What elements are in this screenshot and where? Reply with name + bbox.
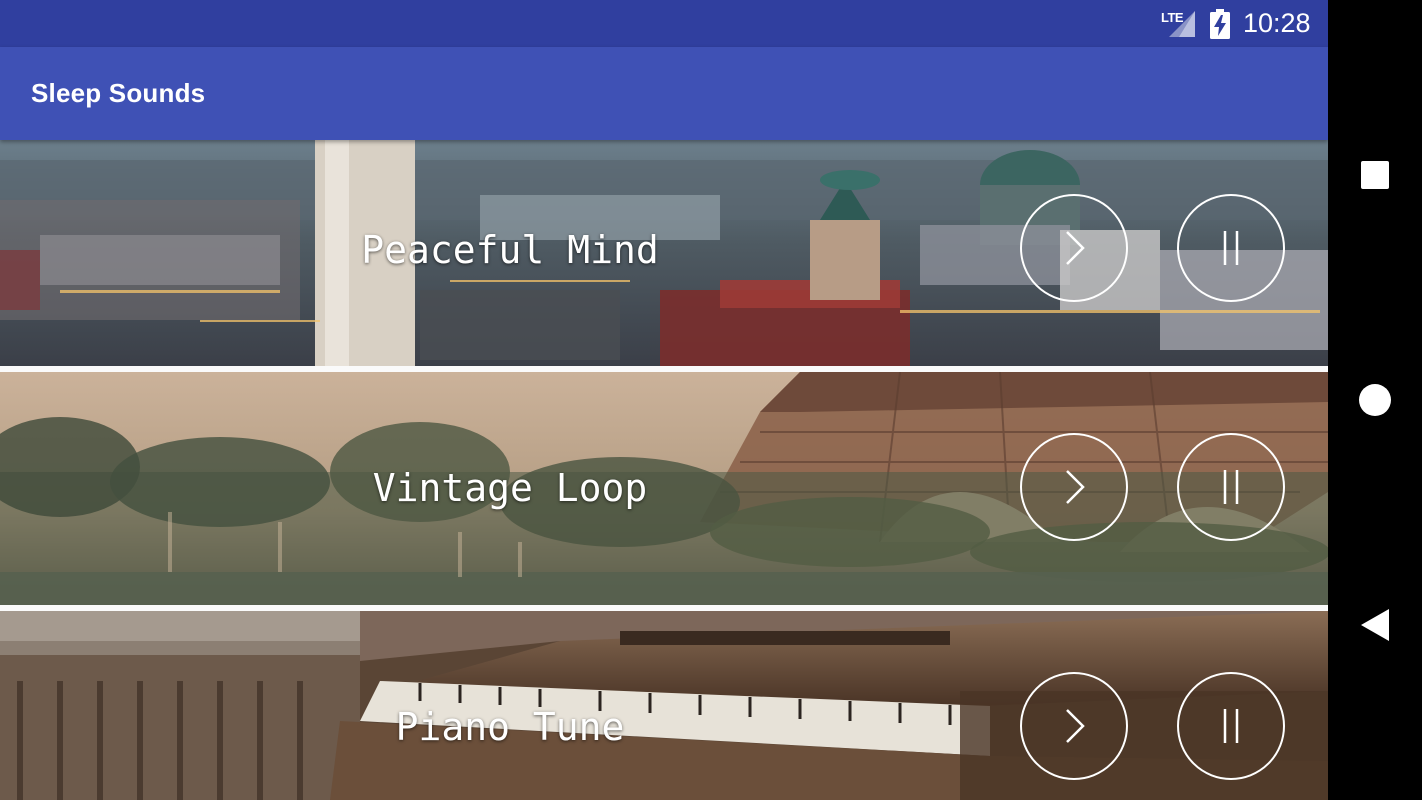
- status-bar: LTE 10:28: [0, 0, 1328, 47]
- play-button[interactable]: [1020, 194, 1128, 302]
- chevron-right-icon: [1066, 470, 1085, 504]
- pause-button[interactable]: [1177, 433, 1285, 541]
- pause-icon: [1223, 231, 1239, 265]
- sound-title: Peaceful Mind: [361, 228, 659, 272]
- sound-card-vintage-loop[interactable]: Vintage Loop: [0, 372, 1328, 605]
- sound-card-peaceful-mind[interactable]: Peaceful Mind: [0, 140, 1328, 366]
- chevron-right-icon: [1066, 709, 1085, 743]
- battery-charging-icon: [1210, 9, 1230, 39]
- city-skyline-image: [0, 140, 1328, 366]
- app-screen: LTE 10:28 Sleep Sounds Peaceful Mind Vin…: [0, 0, 1328, 800]
- play-button[interactable]: [1020, 672, 1128, 780]
- chevron-right-icon: [1066, 231, 1085, 265]
- pause-button[interactable]: [1177, 194, 1285, 302]
- app-title: Sleep Sounds: [31, 78, 206, 108]
- back-triangle-icon: [1361, 609, 1389, 641]
- recents-button[interactable]: [1346, 146, 1404, 204]
- status-clock: 10:28: [1243, 8, 1311, 38]
- sound-card-piano-tune[interactable]: Piano Tune: [0, 611, 1328, 800]
- app-bar: Sleep Sounds: [0, 47, 1328, 140]
- recents-square-icon: [1361, 161, 1389, 189]
- eiffel-tower-image: [0, 372, 1328, 605]
- home-button[interactable]: [1346, 371, 1404, 429]
- network-type: LTE: [1161, 10, 1184, 25]
- piano-image: [0, 611, 1328, 800]
- home-circle-icon: [1359, 384, 1391, 416]
- sound-title: Vintage Loop: [372, 466, 648, 510]
- sound-title: Piano Tune: [395, 705, 625, 749]
- back-button[interactable]: [1346, 596, 1404, 654]
- pause-button[interactable]: [1177, 672, 1285, 780]
- pause-icon: [1223, 709, 1239, 743]
- play-button[interactable]: [1020, 433, 1128, 541]
- pause-icon: [1223, 470, 1239, 504]
